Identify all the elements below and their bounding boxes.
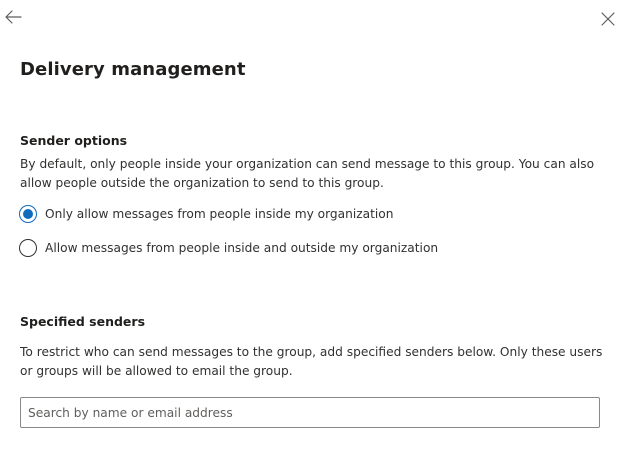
search-field-container	[20, 397, 600, 428]
sender-options-heading: Sender options	[20, 133, 128, 148]
page-title: Delivery management	[20, 59, 246, 80]
radio-button-checked[interactable]	[19, 205, 37, 223]
arrow-left-icon	[4, 9, 22, 29]
search-input[interactable]	[21, 398, 599, 427]
radio-label: Only allow messages from people inside m…	[45, 207, 394, 221]
specified-senders-heading: Specified senders	[20, 314, 146, 329]
back-button[interactable]	[3, 9, 23, 29]
radio-inside-and-outside[interactable]: Allow messages from people inside and ou…	[19, 237, 438, 259]
specified-senders-description: To restrict who can send messages to the…	[20, 345, 603, 378]
panel-header	[0, 0, 632, 40]
radio-button-unchecked[interactable]	[19, 239, 37, 257]
radio-label: Allow messages from people inside and ou…	[45, 241, 439, 255]
close-icon	[601, 11, 615, 30]
radio-inside-only[interactable]: Only allow messages from people inside m…	[19, 203, 393, 225]
sender-options-description: By default, only people inside your orga…	[20, 157, 595, 190]
close-button[interactable]	[598, 10, 618, 30]
